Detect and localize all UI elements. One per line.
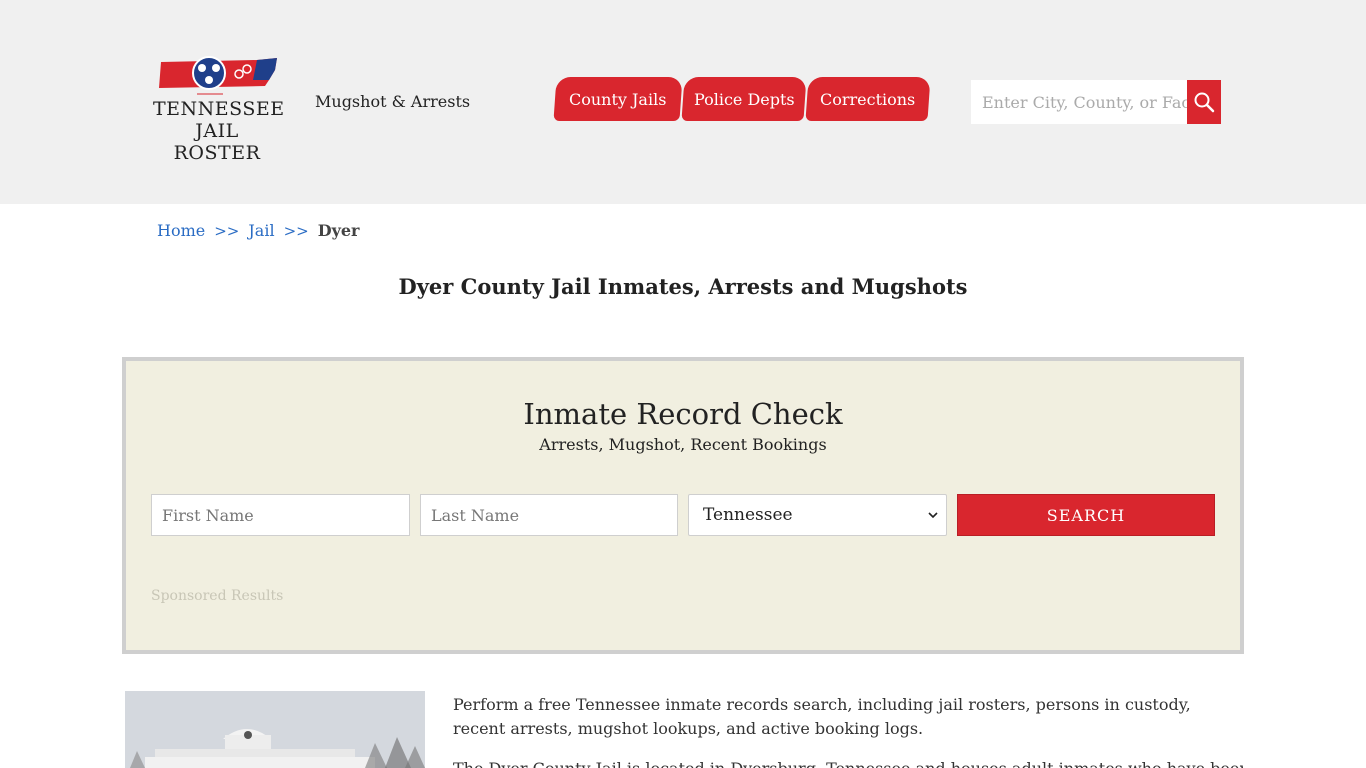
site-tagline: Mugshot & Arrests	[315, 92, 471, 111]
breadcrumb-separator: >>	[283, 222, 309, 240]
record-search-button[interactable]: SEARCH	[957, 494, 1215, 536]
state-select-value: Tennessee	[703, 505, 793, 525]
tennessee-flag-logo-icon	[159, 56, 277, 95]
sponsored-results-label: Sponsored Results	[151, 588, 284, 604]
state-select[interactable]: Tennessee	[688, 494, 947, 536]
site-header: TENNESSEE JAIL ROSTER Mugshot & Arrests …	[0, 0, 1366, 204]
logo-text-line2: JAIL ROSTER	[173, 120, 261, 164]
site-logo[interactable]: TENNESSEE JAIL ROSTER	[153, 56, 285, 164]
first-name-input[interactable]	[151, 494, 410, 536]
record-check-subtitle: Arrests, Mugshot, Recent Bookings	[539, 435, 827, 454]
header-search-button[interactable]	[1187, 80, 1221, 124]
record-check-title: Inmate Record Check	[523, 397, 843, 431]
facility-paragraph: The Dyer County Jail is located in Dyers…	[453, 757, 1243, 768]
search-icon	[1194, 92, 1215, 113]
page-title: Dyer County Jail Inmates, Arrests and Mu…	[398, 274, 968, 299]
breadcrumb-jail-link[interactable]: Jail	[248, 221, 274, 240]
breadcrumb-home-link[interactable]: Home	[157, 221, 205, 240]
nav-tab-police-depts[interactable]: Police Depts	[681, 77, 807, 121]
intro-paragraph: Perform a free Tennessee inmate records …	[453, 695, 1191, 738]
inmate-record-check-panel: Inmate Record Check Arrests, Mugshot, Re…	[122, 357, 1244, 654]
breadcrumb: Home >> Jail >> Dyer	[157, 221, 359, 240]
courthouse-image-icon	[125, 691, 425, 768]
header-search	[971, 80, 1221, 124]
breadcrumb-current: Dyer	[317, 221, 360, 240]
nav-tab-county-jails[interactable]: County Jails	[553, 77, 683, 121]
nav-tab-corrections[interactable]: Corrections	[805, 77, 931, 121]
courthouse-photo	[125, 691, 425, 768]
logo-text-line1: TENNESSEE	[153, 98, 285, 120]
last-name-input[interactable]	[420, 494, 678, 536]
chevron-down-icon	[928, 512, 938, 519]
breadcrumb-separator: >>	[214, 222, 240, 240]
facility-search-input[interactable]	[971, 80, 1187, 124]
